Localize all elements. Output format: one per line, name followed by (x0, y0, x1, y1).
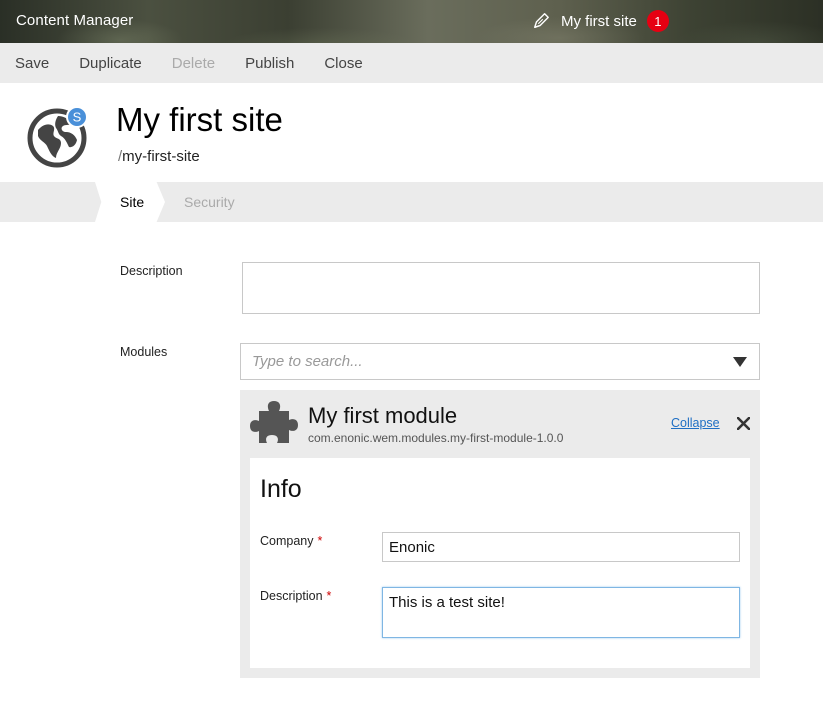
site-globe-icon: S (27, 106, 88, 168)
module-search-combobox[interactable] (240, 343, 760, 380)
puzzle-piece-icon (250, 401, 298, 443)
notification-badge: 1 (646, 10, 669, 32)
page-title: My first site (116, 101, 283, 138)
company-label: Company * (260, 534, 322, 548)
module-name: My first module (308, 403, 458, 428)
top-bar: Content Manager My first site 1 (0, 0, 823, 43)
close-button[interactable]: Close (324, 55, 362, 72)
module-id: com.enonic.wem.modules.my-first-module-1… (308, 431, 564, 445)
path-name: my-first-site (122, 148, 200, 165)
company-required-marker: * (317, 534, 323, 548)
tab-bar: Site Security (0, 182, 823, 222)
duplicate-button[interactable]: Duplicate (79, 55, 142, 72)
module-search-input[interactable] (241, 344, 733, 379)
module-panel: My first module com.enonic.wem.modules.m… (240, 390, 760, 678)
info-title: Info (260, 475, 302, 503)
delete-button: Delete (171, 54, 216, 72)
description-input[interactable] (242, 262, 760, 314)
pencil-icon (533, 13, 549, 29)
company-input[interactable]: Enonic (382, 532, 740, 562)
app-title[interactable]: Content Manager (16, 12, 133, 29)
description-label: Description (120, 264, 183, 278)
site-indicator-label: My first site (561, 12, 637, 30)
content-path: /my-first-site (118, 148, 200, 165)
info-description-textarea[interactable]: This is a test site! (382, 587, 740, 638)
save-button[interactable]: Save (15, 55, 49, 72)
collapse-link[interactable]: Collapse (671, 416, 720, 430)
publish-button[interactable]: Publish (245, 55, 294, 72)
tab-security[interactable]: Security (184, 194, 235, 210)
description-required-marker: * (326, 589, 332, 603)
modules-label: Modules (120, 345, 168, 359)
remove-module-icon[interactable] (737, 417, 750, 430)
info-description-label: Description * (260, 589, 331, 603)
site-indicator[interactable]: My first site 1 (532, 10, 669, 32)
company-label-text: Company (260, 534, 314, 548)
dropdown-arrow-icon[interactable] (733, 356, 747, 367)
info-description-label-text: Description (260, 589, 323, 603)
action-toolbar: Save Duplicate Delete Publish Close (0, 43, 823, 83)
module-config-form: Info Company * Enonic Description * This i… (250, 458, 750, 668)
tab-site[interactable]: Site (95, 182, 165, 222)
site-badge-letter: S (73, 110, 82, 125)
